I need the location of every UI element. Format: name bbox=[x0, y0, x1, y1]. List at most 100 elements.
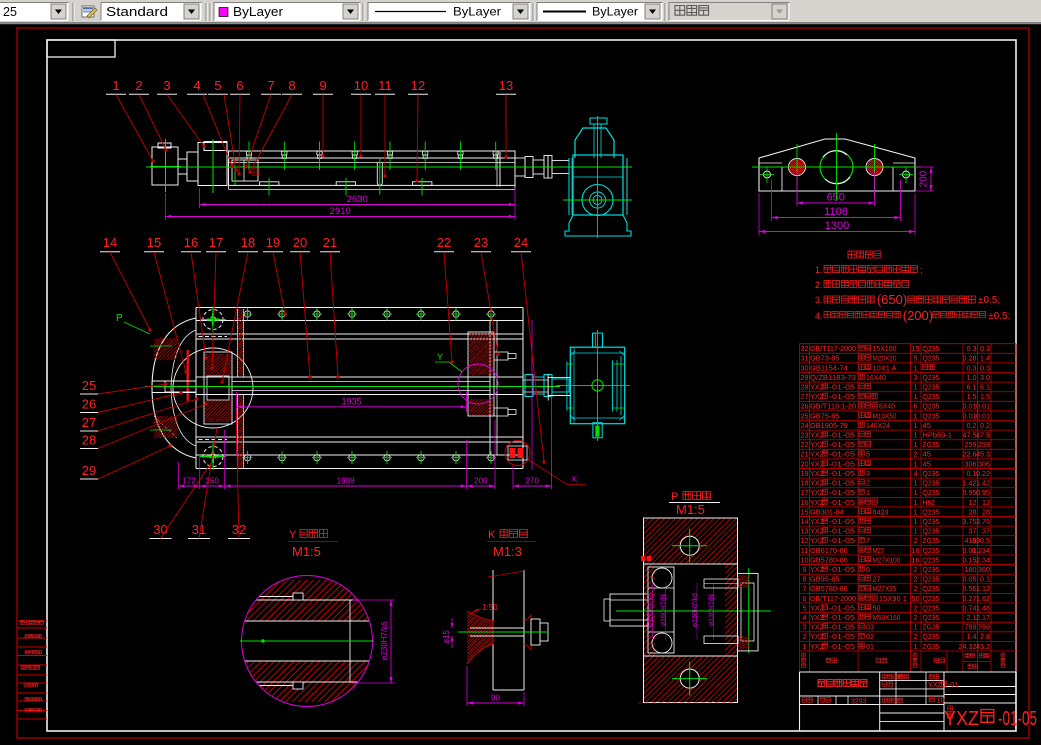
svg-text:24: 24 bbox=[514, 235, 528, 250]
svg-text:-01-05: -01-05 bbox=[829, 469, 855, 478]
svg-text:-01-05: -01-05 bbox=[829, 488, 855, 497]
svg-text:1935: 1935 bbox=[342, 396, 362, 406]
svg-text:2.8: 2.8 bbox=[980, 632, 990, 641]
svg-text:0.95: 0.95 bbox=[963, 488, 977, 497]
svg-text:GB5780-86: GB5780-86 bbox=[810, 584, 848, 593]
svg-text:22: 22 bbox=[437, 235, 451, 250]
svg-text:270: 270 bbox=[526, 477, 540, 486]
svg-text:18: 18 bbox=[801, 479, 809, 488]
svg-text:Q235: Q235 bbox=[923, 344, 940, 353]
svg-text:ø15: ø15 bbox=[442, 630, 451, 644]
svg-text:12: 12 bbox=[801, 536, 809, 545]
svg-text:GB5780-86: GB5780-86 bbox=[810, 555, 848, 564]
svg-text:Q235: Q235 bbox=[923, 402, 940, 411]
svg-text:3: 3 bbox=[866, 469, 870, 478]
svg-text:6.1: 6.1 bbox=[967, 383, 977, 392]
svg-text:2.: 2. bbox=[815, 280, 823, 290]
svg-text:-01-05: -01-05 bbox=[829, 632, 855, 641]
svg-text:M27X35: M27X35 bbox=[872, 584, 896, 593]
svg-text:8424: 8424 bbox=[872, 507, 888, 516]
svg-text:1.62: 1.62 bbox=[976, 594, 990, 603]
svg-text:1:50: 1:50 bbox=[482, 603, 498, 612]
svg-text:0.1: 0.1 bbox=[980, 575, 990, 584]
svg-text:Q235: Q235 bbox=[923, 527, 940, 536]
svg-text:GB/T119.1-20: GB/T119.1-20 bbox=[810, 402, 856, 411]
svg-text:Q235: Q235 bbox=[923, 488, 940, 497]
svg-text:-01-05: -01-05 bbox=[829, 498, 855, 507]
svg-text:28: 28 bbox=[82, 433, 96, 448]
svg-text:GB/T117-2000: GB/T117-2000 bbox=[810, 594, 856, 603]
svg-text:27: 27 bbox=[82, 415, 96, 430]
svg-text:7: 7 bbox=[803, 584, 807, 593]
svg-text:200: 200 bbox=[919, 170, 930, 187]
svg-text:0.95: 0.95 bbox=[976, 488, 990, 497]
svg-text:1.48: 1.48 bbox=[976, 603, 990, 612]
svg-text:12: 12 bbox=[411, 78, 425, 93]
svg-text:140X24: 140X24 bbox=[866, 421, 890, 430]
svg-text:5: 5 bbox=[914, 354, 918, 363]
svg-text:ø130H7/j6: ø130H7/j6 bbox=[709, 594, 716, 626]
svg-text:1.42: 1.42 bbox=[976, 479, 990, 488]
svg-text:0.3: 0.3 bbox=[980, 344, 990, 353]
svg-text:2: 2 bbox=[914, 632, 918, 641]
svg-text:1: 1 bbox=[914, 440, 918, 449]
svg-text:GB301-84: GB301-84 bbox=[810, 507, 844, 516]
svg-text:YXZ: YXZ bbox=[944, 708, 979, 730]
svg-text:1: 1 bbox=[914, 363, 918, 372]
svg-text:25: 25 bbox=[801, 411, 809, 420]
svg-text:1.42: 1.42 bbox=[963, 479, 977, 488]
svg-text:-01: -01 bbox=[948, 682, 958, 689]
svg-text:47.5: 47.5 bbox=[963, 431, 977, 440]
svg-text:1: 1 bbox=[914, 411, 918, 420]
svg-text:-01-05: -01-05 bbox=[829, 431, 855, 440]
svg-text:306: 306 bbox=[965, 459, 977, 468]
svg-text:25: 25 bbox=[82, 378, 96, 393]
svg-text:-01-05: -01-05 bbox=[829, 623, 855, 632]
svg-text:28: 28 bbox=[801, 383, 809, 392]
svg-text:11: 11 bbox=[378, 78, 392, 93]
svg-text:50: 50 bbox=[872, 603, 880, 612]
svg-text:M1:5: M1:5 bbox=[292, 544, 321, 559]
svg-text:306: 306 bbox=[978, 459, 990, 468]
svg-text:1: 1 bbox=[866, 488, 870, 497]
svg-text:6: 6 bbox=[803, 594, 807, 603]
svg-text:10: 10 bbox=[937, 696, 945, 705]
svg-text:Q235: Q235 bbox=[923, 479, 940, 488]
svg-text:ByLayer: ByLayer bbox=[233, 5, 283, 19]
svg-text:GB1154-74: GB1154-74 bbox=[810, 363, 848, 372]
svg-text:ø130H7/k6: ø130H7/k6 bbox=[692, 593, 699, 627]
svg-text:0.3: 0.3 bbox=[967, 363, 977, 372]
svg-text:HPb59-1: HPb59-1 bbox=[923, 431, 952, 440]
svg-text:Q235: Q235 bbox=[923, 613, 940, 622]
svg-text:P: P bbox=[116, 313, 123, 324]
svg-text:M1:5: M1:5 bbox=[676, 502, 705, 517]
svg-text:24.32: 24.32 bbox=[959, 642, 977, 651]
svg-text:19: 19 bbox=[801, 469, 809, 478]
svg-text:Q235: Q235 bbox=[923, 584, 940, 593]
svg-text:-01-05: -01-05 bbox=[829, 479, 855, 488]
svg-text:1: 1 bbox=[914, 431, 918, 440]
svg-text:1998: 1998 bbox=[337, 477, 355, 486]
svg-text:0.01: 0.01 bbox=[976, 411, 990, 420]
svg-text:15: 15 bbox=[801, 507, 809, 516]
svg-text:Q235: Q235 bbox=[923, 594, 940, 603]
svg-text:0.05: 0.05 bbox=[963, 575, 977, 584]
svg-text:29: 29 bbox=[801, 373, 809, 382]
svg-text:Standard: Standard bbox=[106, 5, 168, 19]
svg-text:28: 28 bbox=[969, 507, 977, 516]
svg-text:21: 21 bbox=[801, 450, 809, 459]
svg-text:Q235: Q235 bbox=[923, 383, 940, 392]
svg-text:1: 1 bbox=[914, 527, 918, 536]
svg-text:2: 2 bbox=[914, 536, 918, 545]
svg-text:-01-05: -01-05 bbox=[829, 392, 855, 401]
svg-text:K: K bbox=[572, 475, 578, 484]
svg-text:37: 37 bbox=[982, 527, 990, 536]
svg-text:3: 3 bbox=[163, 78, 170, 93]
svg-text:15X100: 15X100 bbox=[872, 344, 896, 353]
svg-text:-01-05: -01-05 bbox=[829, 527, 855, 536]
svg-text:15X90 1: 15X90 1 bbox=[879, 594, 907, 603]
svg-text:Y: Y bbox=[289, 529, 297, 541]
svg-text:GB75-85: GB75-85 bbox=[810, 411, 839, 420]
svg-text:1: 1 bbox=[914, 383, 918, 392]
svg-text:Q235: Q235 bbox=[923, 373, 940, 382]
